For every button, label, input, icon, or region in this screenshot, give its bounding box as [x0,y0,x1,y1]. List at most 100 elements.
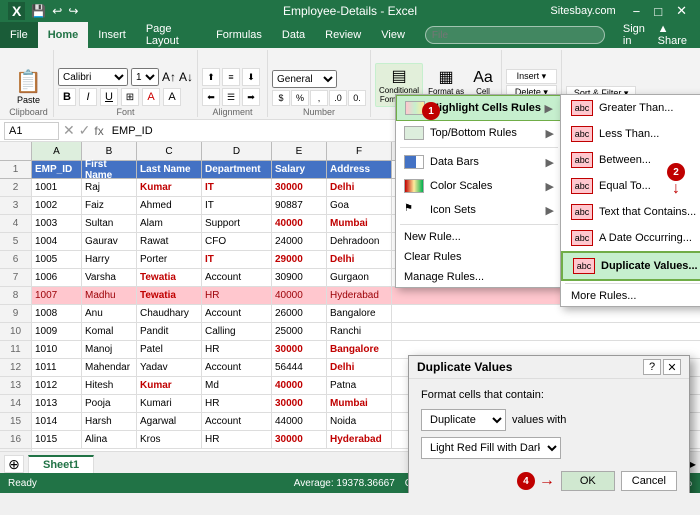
qat-redo[interactable]: ↪ [68,4,78,18]
cell-ln[interactable]: Pandit [137,323,202,341]
cell-fn[interactable]: Pooja [82,395,137,413]
cell-addr[interactable]: Goa [327,197,392,215]
cell-ln[interactable]: Kumar [137,377,202,395]
cell-sal[interactable]: 29000 [272,251,327,269]
cell-dept-calling[interactable]: Calling [202,323,272,341]
tab-review[interactable]: Review [315,22,371,48]
dialog-cancel-button[interactable]: Cancel [621,471,677,491]
cell-addr[interactable]: Bangalore [327,305,392,323]
cell-dept-account[interactable]: Account [202,413,272,431]
cell-ln[interactable]: Kumari [137,395,202,413]
cell-sal[interactable]: 30900 [272,269,327,287]
col-header-e[interactable]: E [272,142,327,160]
menu-item-clear-rules[interactable]: Clear Rules [396,247,562,267]
cell-ln[interactable]: Rawat [137,233,202,251]
cell-fn[interactable]: Alina [82,431,137,449]
cell-sal[interactable]: 24000 [272,233,327,251]
cell-fn[interactable]: Sultan [82,215,137,233]
increase-decimal-button[interactable]: .0 [329,90,347,106]
align-right-button[interactable]: ➡ [242,88,260,106]
cell-ln[interactable]: Tewatia [137,269,202,287]
cell-addr[interactable]: Ranchi [327,323,392,341]
cell-ln[interactable]: Porter [137,251,202,269]
cell-dept[interactable]: HR [202,395,272,413]
cell-dept[interactable]: IT [202,197,272,215]
dialog-duplicate-select[interactable]: Duplicate Unique [421,409,506,431]
menu-item-icon-sets[interactable]: ⚑ Icon Sets ▶ [396,198,562,222]
bold-button[interactable]: B [58,88,76,106]
col-header-b[interactable]: B [82,142,137,160]
paste-button[interactable]: 📋 Paste [11,67,46,107]
cell-ln[interactable]: Kumar [137,179,202,197]
cell-emp[interactable]: 1013 [32,395,82,413]
cell-fn[interactable]: Mahendar [82,359,137,377]
font-color-button[interactable]: A [163,88,181,106]
minimize-button[interactable]: − [628,4,646,19]
cell-sal[interactable]: 30000 [272,179,327,197]
italic-button[interactable]: I [79,88,97,106]
fill-color-button[interactable]: A [142,88,160,106]
tab-file[interactable]: File [0,22,38,48]
cell-fn[interactable]: Harsh [82,413,137,431]
cell-sal[interactable]: 25000 [272,323,327,341]
tab-insert[interactable]: Insert [88,22,136,48]
tab-pagelayout[interactable]: Page Layout [136,22,206,48]
menu-item-new-rule[interactable]: New Rule... [396,227,562,247]
qat-undo[interactable]: ↩ [52,4,62,18]
cell-emp[interactable]: 1006 [32,269,82,287]
cell-fn[interactable]: Gaurav [82,233,137,251]
cell-fn[interactable]: Madhu [82,287,137,305]
cell-dept[interactable]: HR [202,341,272,359]
tab-formulas[interactable]: Formulas [206,22,272,48]
cell-dept-cfo[interactable]: CFO [202,233,272,251]
name-box[interactable] [4,122,59,140]
cell-emp[interactable]: 1014 [32,413,82,431]
cell-fn[interactable]: Manoj [82,341,137,359]
submenu-item-more-rules[interactable]: More Rules... [561,286,700,306]
cell-ln[interactable]: Yadav [137,359,202,377]
cell-sal[interactable]: 30000 [272,431,327,449]
tab-home[interactable]: Home [38,22,89,48]
maximize-button[interactable]: □ [649,4,667,19]
dialog-ok-button[interactable]: OK [561,471,615,491]
cell-emp[interactable]: 1005 [32,251,82,269]
cell-fn[interactable]: Harry [82,251,137,269]
cell-addr[interactable]: Hyderabad [327,431,392,449]
cell-addr[interactable]: Hyderabad [327,287,392,305]
cell-ln[interactable]: Kros [137,431,202,449]
cell-fn[interactable]: Komal [82,323,137,341]
cell-addr[interactable]: Mumbai [327,215,392,233]
cell-emp[interactable]: 1007 [32,287,82,305]
cell-sal[interactable]: 56444 [272,359,327,377]
submenu-item-less[interactable]: abc Less Than... [561,121,700,147]
col-header-a[interactable]: A [32,142,82,160]
cell-addr[interactable]: Gurgaon [327,269,392,287]
cell-dept-account[interactable]: Account [202,269,272,287]
cell-emp[interactable]: 1002 [32,197,82,215]
menu-item-manage-rules[interactable]: Manage Rules... [396,267,562,287]
cell-dept[interactable]: HR [202,431,272,449]
qat-save[interactable]: 💾 [31,4,46,18]
comma-button[interactable]: , [310,90,328,106]
submenu-item-date[interactable]: abc A Date Occurring... 3 [561,225,700,251]
cell-sal[interactable]: 30000 [272,395,327,413]
cell-ln[interactable]: Chaudhary [137,305,202,323]
align-bottom-button[interactable]: ⬇ [242,68,260,86]
dialog-close-button[interactable]: ✕ [663,359,681,375]
cell-addr[interactable]: Bangalore [327,341,392,359]
share-button[interactable]: ▲ Share [658,23,692,47]
submenu-item-duplicate[interactable]: abc Duplicate Values... [561,251,700,281]
underline-button[interactable]: U [100,88,118,106]
cell-dept[interactable]: Support [202,215,272,233]
cell-addr[interactable]: Delhi [327,251,392,269]
decrease-decimal-button[interactable]: 0. [348,90,366,106]
font-shrink-icon[interactable]: A↓ [179,70,193,84]
cell-addr[interactable]: Dehradoon [327,233,392,251]
menu-item-highlight-cells[interactable]: Highlight Cells Rules ▶ [396,95,562,121]
border-button[interactable]: ⊞ [121,88,139,106]
align-center-button[interactable]: ☰ [222,88,240,106]
align-middle-button[interactable]: ≡ [222,68,240,86]
cell-emp[interactable]: 1003 [32,215,82,233]
cell-dept-account[interactable]: Account [202,305,272,323]
cell-addr[interactable]: Patna [327,377,392,395]
